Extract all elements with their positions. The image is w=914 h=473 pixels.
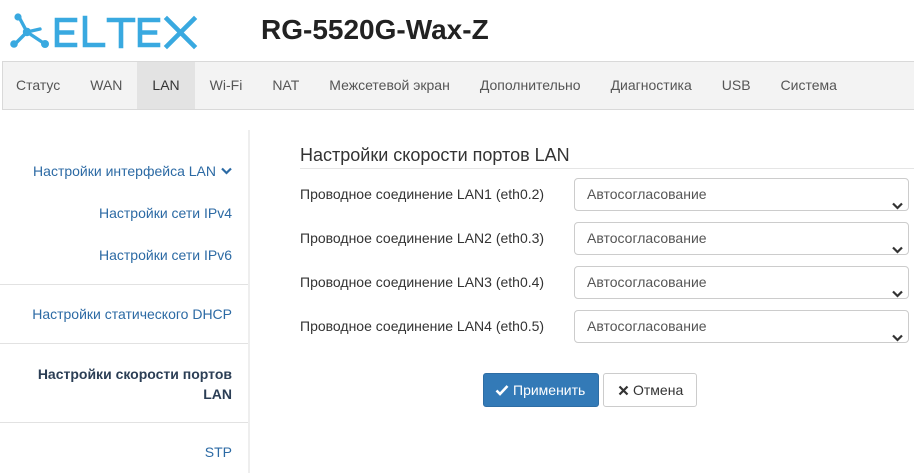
lan1-speed-select[interactable]: Автосогласование: [574, 178, 909, 211]
close-icon: [618, 385, 629, 396]
lan4-speed-select[interactable]: Автосогласование: [574, 310, 909, 343]
lan4-label: Проводное соединение LAN4 (eth0.5): [300, 318, 545, 334]
select-value: Автосогласование: [587, 186, 707, 202]
sidebar-item-port-speed[interactable]: Настройки скорости портов LAN: [38, 364, 232, 404]
lan3-speed-select[interactable]: Автосогласование: [574, 266, 909, 299]
sidebar-item-label-line2: LAN: [203, 386, 232, 402]
tab-diagnostics[interactable]: Диагностика: [596, 62, 707, 109]
chevron-down-icon: [221, 162, 232, 178]
sidebar-item-ipv4[interactable]: Настройки сети IPv4: [99, 205, 232, 221]
tab-wifi[interactable]: Wi-Fi: [195, 62, 258, 109]
sidebar-item-label: Настройки скорости портов: [37, 366, 232, 382]
chevron-down-icon: [892, 190, 903, 221]
section-divider: [300, 168, 914, 169]
tab-nat[interactable]: NAT: [257, 62, 314, 109]
sidebar-divider: [0, 284, 248, 285]
tab-status[interactable]: Статус: [3, 62, 75, 109]
sidebar-divider: [0, 343, 248, 344]
tab-wan[interactable]: WAN: [75, 62, 137, 109]
sidebar-item-ipv6[interactable]: Настройки сети IPv6: [99, 247, 232, 263]
eltex-logo: [7, 8, 207, 54]
tab-lan[interactable]: LAN: [137, 62, 195, 109]
tab-firewall[interactable]: Межсетевой экран: [314, 62, 465, 109]
cancel-label: Отмена: [633, 382, 684, 398]
check-icon: [495, 384, 509, 396]
sidebar-item-static-dhcp[interactable]: Настройки статического DHCP: [32, 306, 232, 322]
tab-advanced[interactable]: Дополнительно: [465, 62, 596, 109]
apply-label: Применить: [513, 382, 586, 398]
sidebar: Настройки интерфейса LAN Настройки сети …: [0, 130, 250, 473]
tab-usb[interactable]: USB: [707, 62, 766, 109]
sidebar-item-lan-interface[interactable]: Настройки интерфейса LAN: [33, 162, 232, 179]
select-value: Автосогласование: [587, 274, 707, 290]
section-title: Настройки скорости портов LAN: [300, 145, 570, 165]
sidebar-item-label: Настройки интерфейса LAN: [33, 163, 216, 179]
chevron-down-icon: [892, 322, 903, 353]
select-value: Автосогласование: [587, 318, 707, 334]
device-title: RG-5520G-Wax-Z: [261, 14, 489, 45]
cancel-button[interactable]: Отмена: [603, 373, 697, 407]
tab-system[interactable]: Система: [766, 62, 852, 109]
lan3-label: Проводное соединение LAN3 (eth0.4): [300, 274, 545, 290]
chevron-down-icon: [892, 278, 903, 309]
lan2-label: Проводное соединение LAN2 (eth0.3): [300, 230, 545, 246]
lan2-speed-select[interactable]: Автосогласование: [574, 222, 909, 255]
lan1-label: Проводное соединение LAN1 (eth0.2): [300, 186, 545, 202]
sidebar-divider: [0, 422, 248, 423]
top-navigation: Статус WAN LAN Wi-Fi NAT Межсетевой экра…: [2, 61, 914, 110]
chevron-down-icon: [892, 234, 903, 265]
apply-button[interactable]: Применить: [483, 373, 599, 407]
select-value: Автосогласование: [587, 230, 707, 246]
sidebar-item-stp[interactable]: STP: [205, 444, 232, 460]
